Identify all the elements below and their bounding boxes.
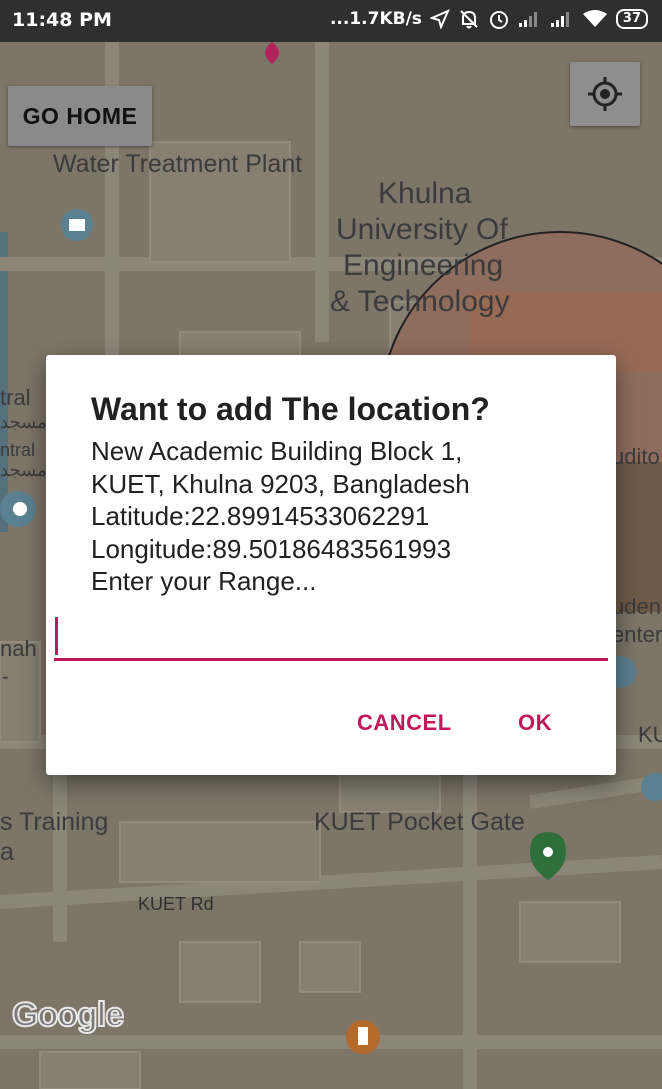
map-label-tral: tral bbox=[0, 385, 31, 410]
map-label-pocket-gate: KUET Pocket Gate bbox=[314, 808, 525, 836]
my-location-icon bbox=[588, 77, 622, 111]
my-location-button[interactable] bbox=[570, 62, 640, 126]
signal-icon-2 bbox=[550, 12, 569, 27]
go-home-button[interactable]: GO HOME bbox=[8, 86, 152, 146]
text-cursor bbox=[55, 617, 58, 655]
status-time: 11:48 PM bbox=[12, 9, 112, 31]
status-icons: ...1.7KB/s 37 bbox=[330, 8, 648, 30]
map-label-kuet-2: University Of bbox=[336, 213, 508, 246]
map-label-dash: - bbox=[2, 666, 9, 688]
add-location-dialog: Want to add The location? New Academic B… bbox=[46, 355, 616, 775]
dialog-title: Want to add The location? bbox=[91, 391, 490, 427]
map-label-kuet-1: Khulna bbox=[378, 177, 472, 210]
location-arrow-icon bbox=[429, 9, 450, 29]
dialog-message: New Academic Building Block 1, KUET, Khu… bbox=[91, 435, 470, 598]
alarm-icon bbox=[489, 11, 508, 29]
network-speed: ...1.7KB/s bbox=[329, 9, 422, 29]
map-label-water-treatment: Water Treatment Plant bbox=[53, 150, 303, 178]
map-label-kuet-3: Engineering bbox=[343, 249, 504, 282]
status-bar: 11:48 PM ...1.7KB/s 37 bbox=[0, 0, 662, 42]
wifi-icon bbox=[582, 10, 607, 27]
cancel-button[interactable]: CANCEL bbox=[357, 710, 452, 736]
map-label-ntral: ntral bbox=[0, 440, 36, 460]
map-label-kuet-rd: KUET Rd bbox=[138, 894, 214, 914]
range-input[interactable] bbox=[54, 613, 608, 661]
signal-icon-1 bbox=[518, 12, 537, 27]
map-label-training: s Training bbox=[0, 808, 109, 836]
map-label-ku: KU bbox=[638, 722, 662, 747]
map-label-nah: nah bbox=[0, 636, 37, 661]
map-label-training-a: a bbox=[0, 838, 14, 866]
map-label-uden: uden bbox=[612, 594, 661, 619]
google-logo: Google bbox=[11, 995, 125, 1035]
notifications-off-icon bbox=[460, 10, 478, 29]
ok-button[interactable]: OK bbox=[518, 710, 552, 736]
map-label-kuet-4: & Technology bbox=[330, 285, 510, 318]
range-prompt: Enter your Range... bbox=[91, 566, 317, 596]
address-line-2: KUET, Khulna 9203, Bangladesh bbox=[91, 468, 470, 499]
address-line-1: New Academic Building Block 1, bbox=[91, 436, 463, 466]
battery-indicator: 37 bbox=[615, 9, 648, 29]
map-label-ntral-arabic: مسجد bbox=[0, 460, 47, 480]
latitude-text: Latitude:22.89914533062291 bbox=[91, 501, 430, 531]
map-label-udito: udito bbox=[612, 444, 660, 469]
map-label-enter: enter bbox=[612, 622, 662, 647]
longitude-text: Longitude:89.50186483561993 bbox=[91, 533, 452, 564]
map-label-tral-arabic: مسجد bbox=[0, 412, 47, 432]
